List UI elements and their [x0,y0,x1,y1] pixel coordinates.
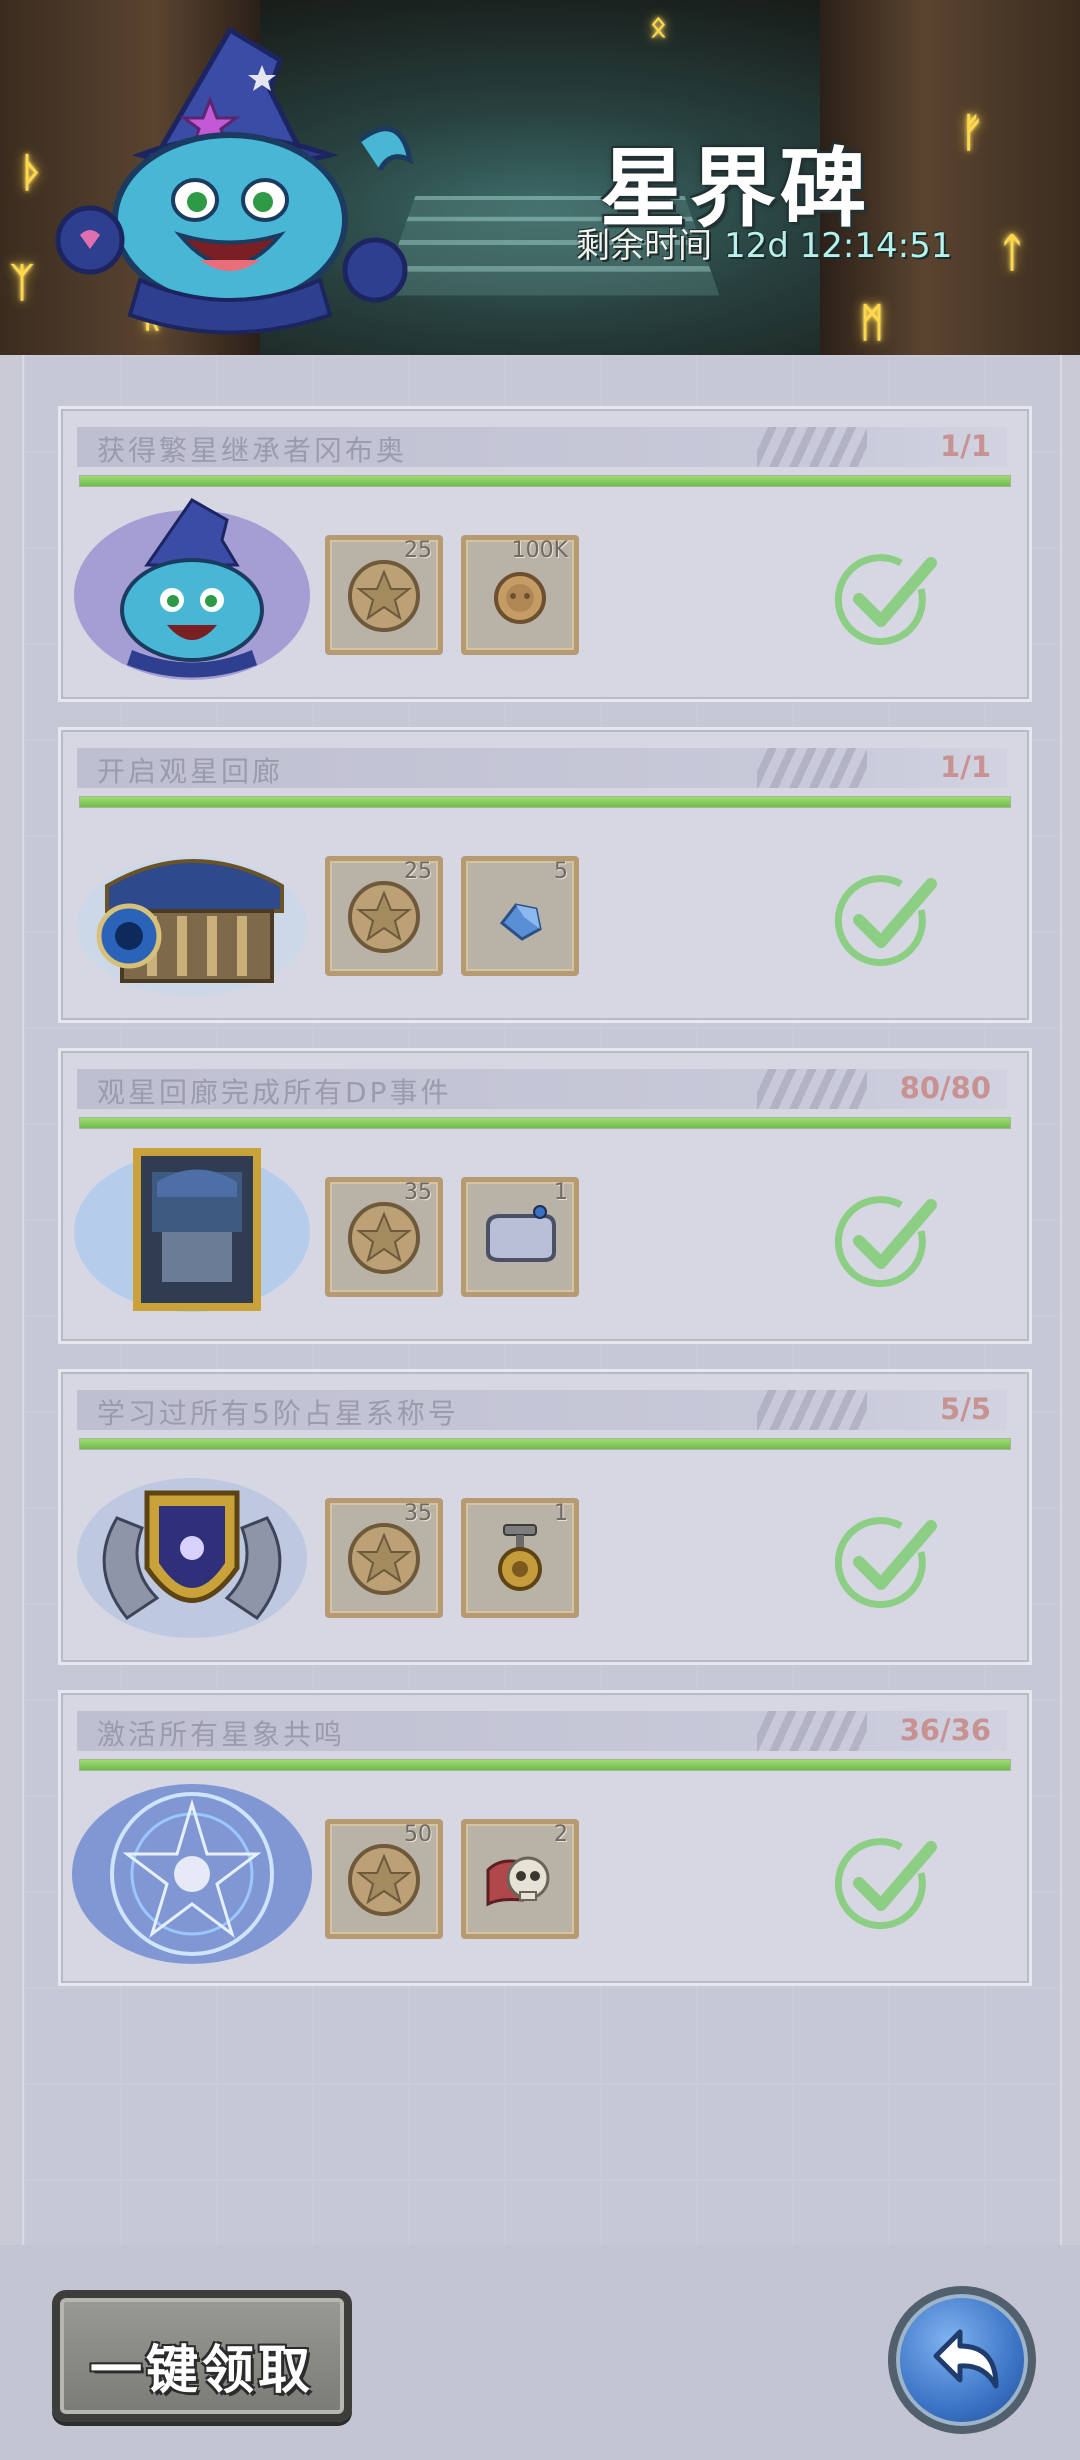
quest-card: 观星回廊完成所有DP事件 80/80 35 1 [58,1048,1032,1344]
checkmark-icon [834,1838,937,1930]
quest-progress-bar [79,1438,1011,1450]
star-coin-icon [348,1523,420,1595]
quest-title: 激活所有星象共鸣 [97,1718,346,1751]
rune-glyph-icon: ᛟ [650,10,667,43]
reward-slot[interactable]: 50 [325,1819,443,1939]
portal-shrine-icon [77,856,307,996]
reward-slot[interactable]: 25 [325,535,443,655]
timer-value: 12d 12:14:51 [724,226,953,266]
timer-label: 剩余时间 [576,226,712,266]
wizard-cat-icon [74,498,310,680]
reward-slot[interactable]: 35 [325,1498,443,1618]
star-coin-icon [348,1202,420,1274]
quest-card: 学习过所有5阶占星系称号 5/5 35 1 [58,1369,1032,1665]
rune-glyph-icon: ᛗ [860,300,884,346]
remaining-time: 剩余时间 12d 12:14:51 [576,218,952,267]
medal-icon [498,1524,542,1591]
rune-glyph-icon: ᛏ [1000,230,1024,276]
claim-all-label: 一键领取 [89,2341,314,2401]
quest-progress-count: 5/5 [940,1392,991,1426]
quest-card: 激活所有星象共鸣 36/36 50 2 [58,1690,1032,1986]
crystal-icon [499,903,542,941]
quest-progress-bar [79,475,1011,487]
quest-card: 获得繁星继承者冈布奥 1/1 25 100K [58,406,1032,702]
quest-progress-count: 1/1 [940,750,991,784]
reward-slot[interactable]: 35 [325,1177,443,1297]
quest-title: 观星回廊完成所有DP事件 [97,1076,452,1109]
reward-slot[interactable]: 100K [461,535,579,655]
reward-slot[interactable]: 25 [325,856,443,976]
gold-coin-icon [494,572,546,624]
claim-all-button[interactable]: 一键领取 [52,2290,352,2422]
back-button[interactable] [888,2286,1036,2434]
wizard-cat-mascot-icon [55,26,414,335]
quest-title: 开启观星回廊 [97,755,284,788]
star-coin-icon [348,1844,420,1916]
framed-card-icon [74,1148,310,1312]
quest-progress-count: 36/36 [899,1713,991,1747]
quest-card: 开启观星回廊 1/1 25 5 [58,727,1032,1023]
quest-title: 学习过所有5阶占星系称号 [97,1397,459,1430]
reward-slot[interactable]: 2 [461,1819,579,1939]
quest-progress-count: 1/1 [940,429,991,463]
quest-progress-bar [79,1759,1011,1771]
winged-shield-icon [77,1478,307,1638]
checkmark-icon [834,554,937,646]
quest-title: 获得繁星继承者冈布奥 [97,434,408,467]
rune-glyph-icon: ᚠ [960,110,984,156]
star-coin-icon [348,881,420,953]
quest-progress-bar [79,796,1011,808]
skull-scroll-icon [486,1856,550,1907]
speech-bubble-frame-icon [486,1205,556,1262]
reward-slot[interactable]: 1 [461,1177,579,1297]
quest-progress-bar [79,1117,1011,1129]
quest-progress-count: 80/80 [899,1071,991,1105]
reward-slot[interactable]: 5 [461,856,579,976]
checkmark-icon [834,875,937,967]
header-banner: ᚦ ᛉ ᚱ ᚠ ᛏ ᛗ ᛟ 星界碑 剩余时间12d 12:14:51 [0,0,1080,355]
back-arrow-icon [933,2329,999,2389]
star-coin-icon [348,560,420,632]
reward-slot[interactable]: 1 [461,1498,579,1618]
magic-circle-icon [72,1784,312,1964]
checkmark-icon [834,1517,937,1609]
checkmark-icon [834,1196,937,1288]
